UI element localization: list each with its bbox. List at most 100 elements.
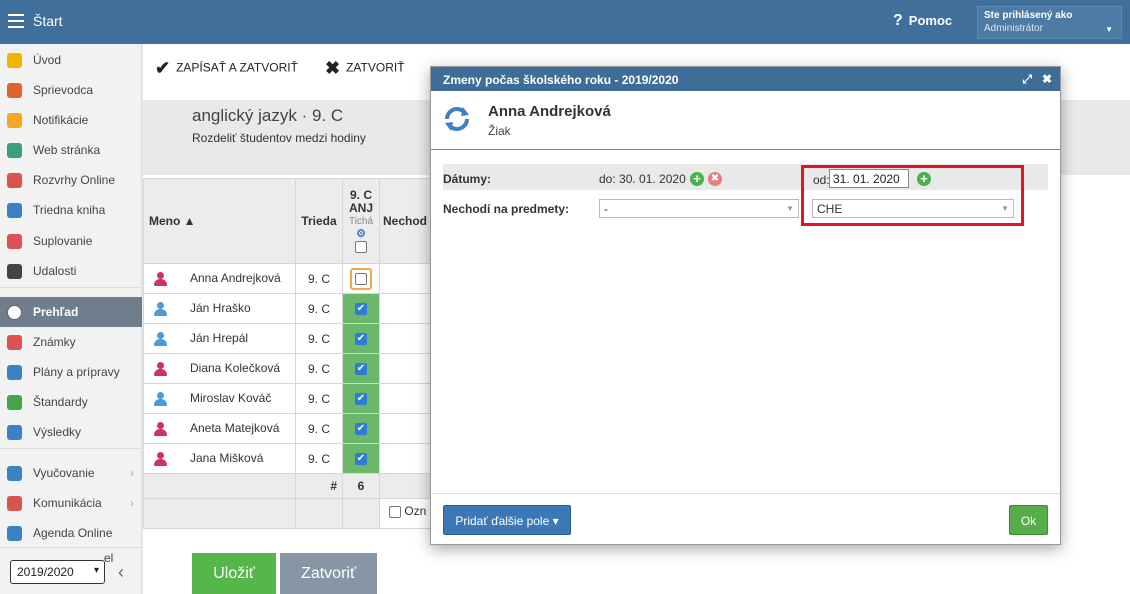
expand-icon[interactable]: ⤢ [1022, 72, 1032, 86]
person-icon [154, 391, 167, 406]
close-x-icon: ✖ [325, 58, 341, 78]
save-and-close-label: ZAPÍSAŤ A ZATVORIŤ [176, 60, 298, 75]
chevron-right-icon: › [130, 496, 134, 510]
partial-cell [379, 443, 432, 474]
save-and-close-button[interactable]: ✔ ZAPÍSAŤ A ZATVORIŤ [155, 58, 298, 79]
count-value: 6 [342, 473, 380, 499]
subject-title: anglický jazyk · 9. C [192, 106, 344, 125]
group-assignment-checkbox[interactable]: ✔ [355, 303, 367, 316]
sidebar-item[interactable]: Komunikácia › [0, 488, 142, 518]
hamburger-menu-icon[interactable] [8, 14, 24, 28]
highlight-box [801, 165, 1024, 226]
pen-icon [7, 526, 22, 541]
not-attend-select-left-value: - [604, 202, 608, 216]
group-assignment-cell[interactable]: ✔ [342, 413, 380, 444]
group-assignment-cell[interactable]: ✔ [342, 323, 380, 354]
gear-icon[interactable]: ⚙ [343, 228, 379, 241]
sidebar-item[interactable]: Web stránka [0, 135, 142, 165]
group-assignment-checkbox[interactable]: ✔ [355, 333, 367, 346]
sidebar-item[interactable]: Úvod [0, 45, 142, 75]
column-header-class[interactable]: Trieda [295, 178, 343, 264]
partial-cell [379, 413, 432, 444]
group-assignment-checkbox[interactable]: ✔ [355, 393, 367, 406]
group-assignment-cell[interactable]: ✔ [342, 353, 380, 384]
help-label: Pomoc [908, 13, 953, 28]
person-icon [154, 451, 167, 466]
top-bar: Štart ? Pomoc Ste prihlásený ako Administ… [0, 0, 1130, 44]
partial-cell [379, 383, 432, 414]
mark-option[interactable]: Ozn [389, 504, 426, 518]
sidebar-item[interactable]: Notifikácie [0, 105, 142, 135]
collapse-sidebar-icon[interactable]: ‹ [118, 562, 124, 583]
footer-empty-3 [295, 498, 343, 529]
user-menu[interactable]: Ste prihlásený ako Administrátor ▼ [977, 6, 1122, 39]
column-header-name[interactable]: Meno ▲ [143, 178, 296, 264]
sidebar-item[interactable]: Sprievodca [0, 75, 142, 105]
school-year-select[interactable]: 2019/2020 ▾ [10, 560, 105, 584]
book-icon [7, 203, 22, 218]
add-fields-button[interactable]: Pridať ďalšie pole ▾ [443, 505, 571, 535]
group-assignment-cell[interactable]: ✔ [342, 443, 380, 474]
remove-date-x-icon[interactable]: ✖ [708, 172, 722, 186]
home-icon [7, 143, 22, 158]
footer-empty-4 [342, 498, 380, 529]
not-attend-select-left[interactable]: - ▼ [599, 199, 799, 218]
sidebar-item[interactable]: Vyučovanie › [0, 458, 142, 488]
sidebar-item-label: Štandardy [33, 395, 88, 409]
partial-cell [379, 263, 432, 294]
sidebar-item-label: Sprievodca [33, 83, 94, 97]
select-all-checkbox[interactable] [355, 241, 367, 254]
briefcase-icon [7, 365, 22, 380]
student-name: Aneta Matejková [190, 421, 280, 436]
sidebar-item-label: Notifikácie [33, 113, 89, 127]
group-assignment-cell[interactable]: ✔ [342, 383, 380, 414]
save-button[interactable]: Uložiť [192, 553, 276, 594]
sidebar-item[interactable]: Známky [0, 327, 142, 357]
mark-checkbox[interactable] [389, 505, 401, 518]
calendar-grid-icon [7, 173, 22, 188]
sidebar-item-label: Výsledky [33, 425, 82, 439]
sidebar-item-partial-label: el [104, 551, 114, 565]
sidebar-item-label: Rozvrhy Online [33, 173, 116, 187]
group-assignment-checkbox[interactable]: ✔ [355, 423, 367, 436]
group-assignment-cell[interactable] [342, 263, 380, 294]
partial-cell [379, 353, 432, 384]
sidebar-item[interactable]: Suplovanie [0, 226, 142, 256]
sidebar-item[interactable]: Plány a prípravy [0, 357, 142, 387]
table-row: Miroslav Kováč 9. C ✔ [143, 383, 432, 414]
close-button[interactable]: ✖ ZATVORIŤ [325, 58, 405, 79]
table-row: Anna Andrejková 9. C [143, 263, 432, 294]
shield-check-icon [7, 395, 22, 410]
group-assignment-checkbox[interactable] [355, 272, 367, 285]
sidebar-item[interactable]: Triedna kniha [0, 195, 142, 225]
sidebar-item[interactable]: Štandardy [0, 387, 142, 417]
person-icon [154, 301, 167, 316]
chat-icon [7, 496, 22, 511]
sidebar-item[interactable]: Udalosti [0, 256, 142, 286]
footer-empty-2 [143, 498, 296, 529]
group-assignment-cell[interactable]: ✔ [342, 293, 380, 324]
chevron-right-icon: › [130, 466, 134, 480]
help-link[interactable]: ? Pomoc [893, 12, 952, 30]
sidebar-item[interactable]: Agenda Online [0, 518, 142, 548]
chevron-down-icon: ▾ [93, 565, 99, 576]
sidebar-item[interactable]: Prehľad [0, 297, 142, 327]
sidebar-item-label: Známky [33, 335, 76, 349]
sidebar-item[interactable]: Výsledky [0, 417, 142, 447]
group-assignment-checkbox[interactable]: ✔ [355, 453, 367, 466]
mark-label: Ozn [404, 504, 427, 518]
sidebar-item[interactable]: Rozvrhy Online [0, 165, 142, 195]
table-row: Ján Hraško 9. C ✔ [143, 293, 432, 324]
cancel-button[interactable]: Zatvoriť [280, 553, 377, 594]
user-name: Administrátor [984, 23, 1043, 34]
student-name: Miroslav Kováč [190, 391, 272, 406]
dialog-divider [431, 149, 1060, 150]
table-row: Aneta Matejková 9. C ✔ [143, 413, 432, 444]
close-dialog-icon[interactable]: ✖ [1042, 72, 1052, 86]
group-assignment-checkbox[interactable]: ✔ [355, 363, 367, 376]
add-date-plus-icon[interactable]: + [690, 172, 704, 186]
dates-label: Dátumy: [443, 172, 492, 186]
ok-button[interactable]: Ok [1009, 505, 1048, 535]
sidebar-item-partial[interactable]: el [0, 547, 142, 565]
app-title[interactable]: Štart [33, 13, 63, 29]
